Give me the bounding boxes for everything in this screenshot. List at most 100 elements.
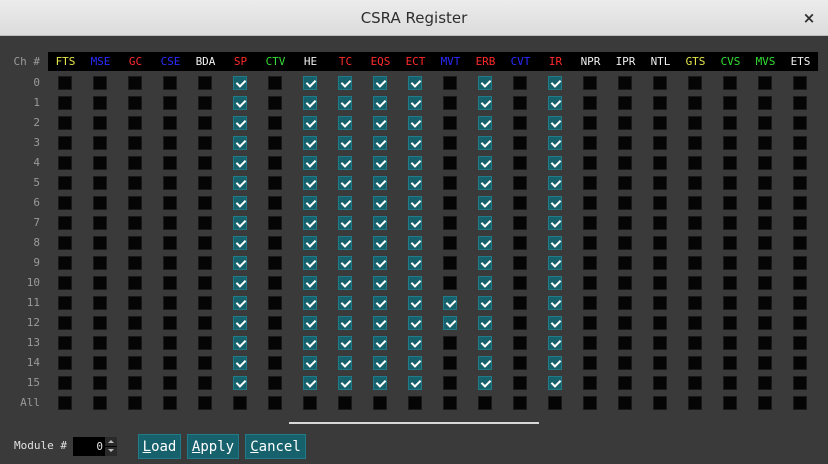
ch11-ntl-checkbox[interactable]	[653, 296, 667, 310]
ch9-ntl-checkbox[interactable]	[653, 256, 667, 270]
ch9-cvs-checkbox[interactable]	[723, 256, 737, 270]
ch10-npr-checkbox[interactable]	[583, 276, 597, 290]
ch14-fts-checkbox[interactable]	[58, 356, 72, 370]
ch12-cvs-checkbox[interactable]	[723, 316, 737, 330]
ch15-gc-checkbox[interactable]	[128, 376, 142, 390]
ch15-he-checkbox[interactable]	[303, 376, 317, 390]
ch3-mse-checkbox[interactable]	[93, 136, 107, 150]
ch15-mse-checkbox[interactable]	[93, 376, 107, 390]
ch7-ctv-checkbox[interactable]	[268, 216, 282, 230]
ch5-tc-checkbox[interactable]	[338, 176, 352, 190]
ch7-eqs-checkbox[interactable]	[373, 216, 387, 230]
ch15-mvt-checkbox[interactable]	[443, 376, 457, 390]
all-tc-checkbox[interactable]	[338, 396, 352, 410]
ch14-mvt-checkbox[interactable]	[443, 356, 457, 370]
ch1-erb-checkbox[interactable]	[478, 96, 492, 110]
ch2-bda-checkbox[interactable]	[198, 116, 212, 130]
ch2-eqs-checkbox[interactable]	[373, 116, 387, 130]
ch15-ipr-checkbox[interactable]	[618, 376, 632, 390]
ch15-sp-checkbox[interactable]	[233, 376, 247, 390]
ch12-bda-checkbox[interactable]	[198, 316, 212, 330]
ch15-npr-checkbox[interactable]	[583, 376, 597, 390]
ch1-cse-checkbox[interactable]	[163, 96, 177, 110]
ch14-ir-checkbox[interactable]	[548, 356, 562, 370]
ch9-ipr-checkbox[interactable]	[618, 256, 632, 270]
ch12-eqs-checkbox[interactable]	[373, 316, 387, 330]
ch13-ctv-checkbox[interactable]	[268, 336, 282, 350]
ch7-ipr-checkbox[interactable]	[618, 216, 632, 230]
ch2-ect-checkbox[interactable]	[408, 116, 422, 130]
all-sp-checkbox[interactable]	[233, 396, 247, 410]
all-npr-checkbox[interactable]	[583, 396, 597, 410]
ch10-he-checkbox[interactable]	[303, 276, 317, 290]
ch13-npr-checkbox[interactable]	[583, 336, 597, 350]
ch9-erb-checkbox[interactable]	[478, 256, 492, 270]
ch5-ntl-checkbox[interactable]	[653, 176, 667, 190]
ch5-fts-checkbox[interactable]	[58, 176, 72, 190]
ch12-cvt-checkbox[interactable]	[513, 316, 527, 330]
ch12-ipr-checkbox[interactable]	[618, 316, 632, 330]
ch8-cvs-checkbox[interactable]	[723, 236, 737, 250]
ch11-mvt-checkbox[interactable]	[443, 296, 457, 310]
ch7-sp-checkbox[interactable]	[233, 216, 247, 230]
ch11-ir-checkbox[interactable]	[548, 296, 562, 310]
ch7-mse-checkbox[interactable]	[93, 216, 107, 230]
apply-button[interactable]: Apply	[187, 434, 239, 459]
ch6-cvt-checkbox[interactable]	[513, 196, 527, 210]
ch6-ir-checkbox[interactable]	[548, 196, 562, 210]
ch7-tc-checkbox[interactable]	[338, 216, 352, 230]
ch4-mse-checkbox[interactable]	[93, 156, 107, 170]
ch4-ntl-checkbox[interactable]	[653, 156, 667, 170]
ch4-mvt-checkbox[interactable]	[443, 156, 457, 170]
ch1-tc-checkbox[interactable]	[338, 96, 352, 110]
ch13-gts-checkbox[interactable]	[688, 336, 702, 350]
ch4-erb-checkbox[interactable]	[478, 156, 492, 170]
ch9-mvs-checkbox[interactable]	[758, 256, 772, 270]
ch8-bda-checkbox[interactable]	[198, 236, 212, 250]
ch0-eqs-checkbox[interactable]	[373, 76, 387, 90]
ch4-tc-checkbox[interactable]	[338, 156, 352, 170]
ch10-cvs-checkbox[interactable]	[723, 276, 737, 290]
ch10-cvt-checkbox[interactable]	[513, 276, 527, 290]
ch10-erb-checkbox[interactable]	[478, 276, 492, 290]
ch1-ipr-checkbox[interactable]	[618, 96, 632, 110]
ch10-eqs-checkbox[interactable]	[373, 276, 387, 290]
ch1-mvt-checkbox[interactable]	[443, 96, 457, 110]
ch14-erb-checkbox[interactable]	[478, 356, 492, 370]
ch9-tc-checkbox[interactable]	[338, 256, 352, 270]
ch9-cvt-checkbox[interactable]	[513, 256, 527, 270]
ch5-cvs-checkbox[interactable]	[723, 176, 737, 190]
ch15-ir-checkbox[interactable]	[548, 376, 562, 390]
ch2-ctv-checkbox[interactable]	[268, 116, 282, 130]
ch11-mse-checkbox[interactable]	[93, 296, 107, 310]
ch6-cse-checkbox[interactable]	[163, 196, 177, 210]
ch4-cvt-checkbox[interactable]	[513, 156, 527, 170]
ch0-erb-checkbox[interactable]	[478, 76, 492, 90]
ch3-ect-checkbox[interactable]	[408, 136, 422, 150]
all-fts-checkbox[interactable]	[58, 396, 72, 410]
ch15-bda-checkbox[interactable]	[198, 376, 212, 390]
ch7-cvt-checkbox[interactable]	[513, 216, 527, 230]
ch14-cvs-checkbox[interactable]	[723, 356, 737, 370]
ch9-mvt-checkbox[interactable]	[443, 256, 457, 270]
all-ipr-checkbox[interactable]	[618, 396, 632, 410]
ch13-gc-checkbox[interactable]	[128, 336, 142, 350]
ch5-ir-checkbox[interactable]	[548, 176, 562, 190]
all-cse-checkbox[interactable]	[163, 396, 177, 410]
ch8-tc-checkbox[interactable]	[338, 236, 352, 250]
ch3-cse-checkbox[interactable]	[163, 136, 177, 150]
ch8-mse-checkbox[interactable]	[93, 236, 107, 250]
ch4-ect-checkbox[interactable]	[408, 156, 422, 170]
ch14-ntl-checkbox[interactable]	[653, 356, 667, 370]
ch9-he-checkbox[interactable]	[303, 256, 317, 270]
ch6-he-checkbox[interactable]	[303, 196, 317, 210]
ch5-erb-checkbox[interactable]	[478, 176, 492, 190]
ch3-bda-checkbox[interactable]	[198, 136, 212, 150]
ch12-ntl-checkbox[interactable]	[653, 316, 667, 330]
ch3-mvt-checkbox[interactable]	[443, 136, 457, 150]
ch2-gc-checkbox[interactable]	[128, 116, 142, 130]
ch13-eqs-checkbox[interactable]	[373, 336, 387, 350]
ch13-erb-checkbox[interactable]	[478, 336, 492, 350]
ch9-gc-checkbox[interactable]	[128, 256, 142, 270]
ch7-npr-checkbox[interactable]	[583, 216, 597, 230]
